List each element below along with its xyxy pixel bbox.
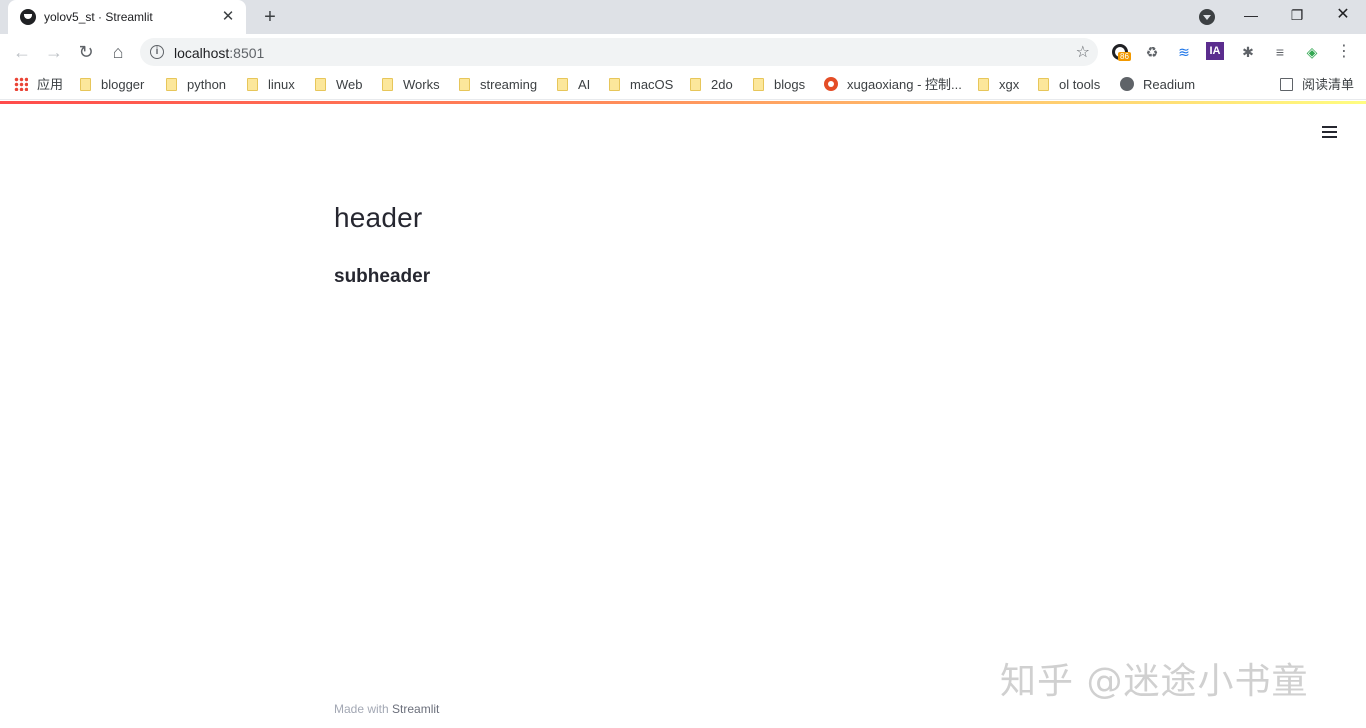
streamlit-favicon-icon xyxy=(20,9,36,25)
home-icon[interactable]: ⌂ xyxy=(104,38,132,66)
bookmark-label: blogs xyxy=(774,77,806,92)
recycle-extension-icon[interactable]: ♻ xyxy=(1142,42,1162,62)
bookmark-macos[interactable]: macOS xyxy=(609,77,673,93)
bookmark-readium[interactable]: Readium xyxy=(1120,77,1195,93)
back-arrow-icon[interactable]: ← xyxy=(8,38,36,66)
bookmark-star-icon[interactable]: ☆ xyxy=(1076,42,1090,62)
bookmark-label: Readium xyxy=(1143,77,1196,92)
bookmark-label: Web xyxy=(336,77,363,92)
ia-extension-icon[interactable]: IA xyxy=(1206,42,1224,60)
page-subheader: subheader xyxy=(334,266,431,287)
footer-prefix: Made with xyxy=(334,702,393,716)
folder-icon xyxy=(166,78,177,91)
bookmark-label: 应用 xyxy=(37,77,64,92)
bookmark-label: xugaoxiang - 控制... xyxy=(847,77,962,92)
reload-icon[interactable]: ↻ xyxy=(72,38,100,66)
folder-icon xyxy=(753,78,764,91)
image-extension-icon[interactable]: ◈ xyxy=(1302,42,1322,62)
tab-strip: yolov5_st · Streamlit ✕ + — ❐ ✕ xyxy=(0,0,1366,34)
bookmark-label: macOS xyxy=(630,77,674,92)
bookmark-works[interactable]: Works xyxy=(382,77,440,93)
bookmark-apps[interactable]: 应用 xyxy=(14,77,63,93)
hamburger-menu-icon[interactable] xyxy=(1318,122,1342,142)
bookmark-ol-tools[interactable]: ol tools xyxy=(1038,77,1100,93)
page-header: header xyxy=(334,202,423,233)
bookmark-2do[interactable]: 2do xyxy=(690,77,733,93)
reading-list-label: 阅读清单 xyxy=(1302,77,1355,92)
bookmark-label: linux xyxy=(268,77,295,92)
bookmark-label: blogger xyxy=(101,77,145,92)
bookmark-web[interactable]: Web xyxy=(315,77,363,93)
extension-ring-icon[interactable]: 86 xyxy=(1110,42,1131,62)
browser-menu-icon[interactable]: ⋮ xyxy=(1334,42,1354,62)
gear-icon xyxy=(824,77,838,91)
folder-icon xyxy=(382,78,393,91)
bookmark-python[interactable]: python xyxy=(166,77,226,93)
bookmark-label: Works xyxy=(403,77,440,92)
address-bar[interactable]: i localhost:8501 ☆ xyxy=(140,38,1098,66)
media-control-icon[interactable]: ≡ xyxy=(1270,42,1290,62)
url-host: localhost xyxy=(174,45,230,61)
folder-icon xyxy=(459,78,470,91)
apps-icon xyxy=(14,77,28,91)
restore-button[interactable]: ❐ xyxy=(1274,0,1320,30)
extension-badge: 86 xyxy=(1118,52,1131,61)
bookmark-linux[interactable]: linux xyxy=(247,77,295,93)
bookmarks-bar: 应用 blogger python linux Web Works stream… xyxy=(0,70,1366,100)
minimize-button[interactable]: — xyxy=(1228,0,1274,30)
browser-tab[interactable]: yolov5_st · Streamlit ✕ xyxy=(8,0,246,34)
watermark: 知乎 @迷途小书童 xyxy=(1000,661,1309,702)
bookmark-blogger[interactable]: blogger xyxy=(80,77,144,93)
folder-icon xyxy=(1038,78,1049,91)
folder-icon xyxy=(609,78,620,91)
footer-streamlit-link[interactable]: Streamlit xyxy=(392,702,439,716)
folder-icon xyxy=(690,78,701,91)
forward-arrow-icon[interactable]: → xyxy=(40,38,68,66)
bookmark-xgx[interactable]: xgx xyxy=(978,77,1019,93)
layers-extension-icon[interactable]: ≋ xyxy=(1174,42,1194,62)
puzzle-extensions-icon[interactable]: ✱ xyxy=(1238,42,1258,62)
folder-icon xyxy=(557,78,568,91)
window-close-button[interactable]: ✕ xyxy=(1320,0,1366,30)
streamlit-app: header subheader Made with Streamlit 知乎 … xyxy=(0,104,1366,728)
bookmark-label: ol tools xyxy=(1059,77,1101,92)
tab-search-icon[interactable] xyxy=(1199,9,1215,25)
bookmark-blogs[interactable]: blogs xyxy=(753,77,805,93)
bookmark-label: 2do xyxy=(711,77,733,92)
browser-toolbar: ← → ↻ ⌂ i localhost:8501 ☆ 86 ♻ ≋ IA ✱ ≡… xyxy=(0,34,1366,70)
reading-list-button[interactable]: 阅读清单 xyxy=(1280,77,1354,93)
bookmark-label: xgx xyxy=(999,77,1020,92)
bookmark-label: python xyxy=(187,77,227,92)
folder-icon xyxy=(978,78,989,91)
new-tab-button[interactable]: + xyxy=(258,6,282,28)
url-port: :8501 xyxy=(229,45,265,61)
folder-icon xyxy=(315,78,326,91)
site-info-icon[interactable]: i xyxy=(150,45,164,59)
bookmark-streaming[interactable]: streaming xyxy=(459,77,537,93)
globe-icon xyxy=(1120,77,1134,91)
footer: Made with Streamlit xyxy=(334,702,439,716)
folder-icon xyxy=(80,78,91,91)
tab-close-icon[interactable]: ✕ xyxy=(218,7,238,27)
folder-icon xyxy=(247,78,258,91)
tab-title: yolov5_st · Streamlit xyxy=(44,10,153,24)
bookmark-ai[interactable]: AI xyxy=(557,77,590,93)
bookmark-xugaoxiang[interactable]: xugaoxiang - 控制... xyxy=(824,77,962,93)
bookmark-label: streaming xyxy=(480,77,538,92)
bookmark-label: AI xyxy=(578,77,591,92)
reading-list-icon xyxy=(1280,78,1293,91)
url-text: localhost:8501 xyxy=(174,45,264,61)
